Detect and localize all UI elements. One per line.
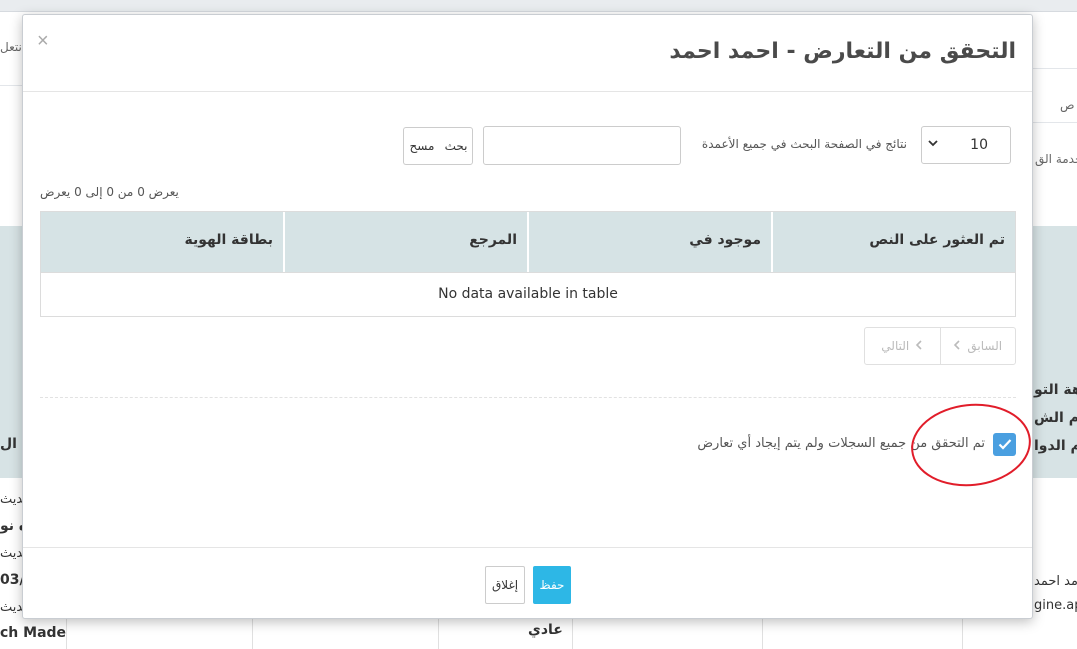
background-grid-line [252, 618, 253, 649]
background-left-top-label: نتعل [0, 40, 22, 54]
check-icon [998, 436, 1012, 454]
search-button[interactable]: بحث [439, 127, 473, 165]
background-cell-value: عادي [528, 622, 563, 638]
chevron-left-icon [953, 339, 961, 353]
save-button[interactable]: حفظ [533, 566, 571, 604]
section-divider [40, 397, 1016, 398]
background-side-label: م الدوا [1034, 438, 1077, 454]
modal-header: التحقق من التعارض - احمد احمد × [23, 15, 1032, 92]
background-left-bold-row: ch Made [0, 625, 67, 641]
column-header-found-in[interactable]: موجود في [527, 212, 771, 272]
background-grid-line [438, 618, 439, 649]
background-divider [0, 85, 22, 86]
pagination: السابق التالي [864, 327, 1016, 365]
close-button[interactable]: إغلاق [485, 566, 525, 604]
background-divider [1033, 68, 1077, 69]
background-right-name: مد احمد [1034, 574, 1077, 589]
background-grid-line [66, 618, 67, 649]
background-divider [1033, 122, 1077, 123]
chevron-down-icon [928, 137, 938, 151]
results-table: تم العثور على النص موجود في المرجع بطاقة… [40, 211, 1016, 317]
conflict-check-modal: التحقق من التعارض - احمد احمد × 10 نتائج… [22, 14, 1033, 619]
background-grid-line [962, 618, 963, 649]
background-right-top-label: ص [1060, 98, 1075, 112]
modal-footer: حفظ إغلاق [23, 547, 1032, 620]
table-empty-row: No data available in table [41, 272, 1015, 316]
page-length-label: نتائج في الصفحة البحث في جميع الأعمدة [701, 137, 907, 151]
background-side-label: م الش [1034, 410, 1077, 426]
background-side-label: هة التو [1034, 382, 1077, 398]
background-service-label: خدمة الق [1035, 152, 1077, 166]
modal-title: التحقق من التعارض - احمد احمد [669, 39, 1016, 64]
pagination-previous-label: السابق [967, 339, 1003, 353]
column-header-found-text[interactable]: تم العثور على النص [771, 212, 1015, 272]
background-left-text: 03/ [0, 572, 25, 588]
pagination-next-label: التالي [881, 339, 910, 353]
chevron-left-icon [915, 339, 923, 353]
background-grid-line [572, 618, 573, 649]
table-header: تم العثور على النص موجود في المرجع بطاقة… [41, 212, 1015, 272]
page-length-select[interactable]: 10 [921, 126, 1011, 164]
confirm-checkbox[interactable] [993, 433, 1016, 456]
pagination-next[interactable]: التالي [865, 328, 941, 364]
background-grid-line [762, 618, 763, 649]
confirm-checkbox-label[interactable]: تم التحقق من جميع السجلات ولم يتم إيجاد … [623, 436, 985, 451]
column-header-reference[interactable]: المرجع [283, 212, 527, 272]
column-header-id-card[interactable]: بطاقة الهوية [41, 212, 283, 272]
search-input[interactable] [483, 126, 681, 165]
pagination-previous[interactable]: السابق [941, 328, 1016, 364]
background-right-engine: gine.ap [1034, 598, 1077, 613]
background-top-bar [0, 0, 1077, 12]
table-info: يعرض 0 من 0 إلى 0 يعرض [40, 185, 179, 199]
close-icon[interactable]: × [37, 31, 49, 51]
page-length-value: 10 [970, 137, 988, 153]
clear-button[interactable]: مسح [403, 127, 440, 165]
